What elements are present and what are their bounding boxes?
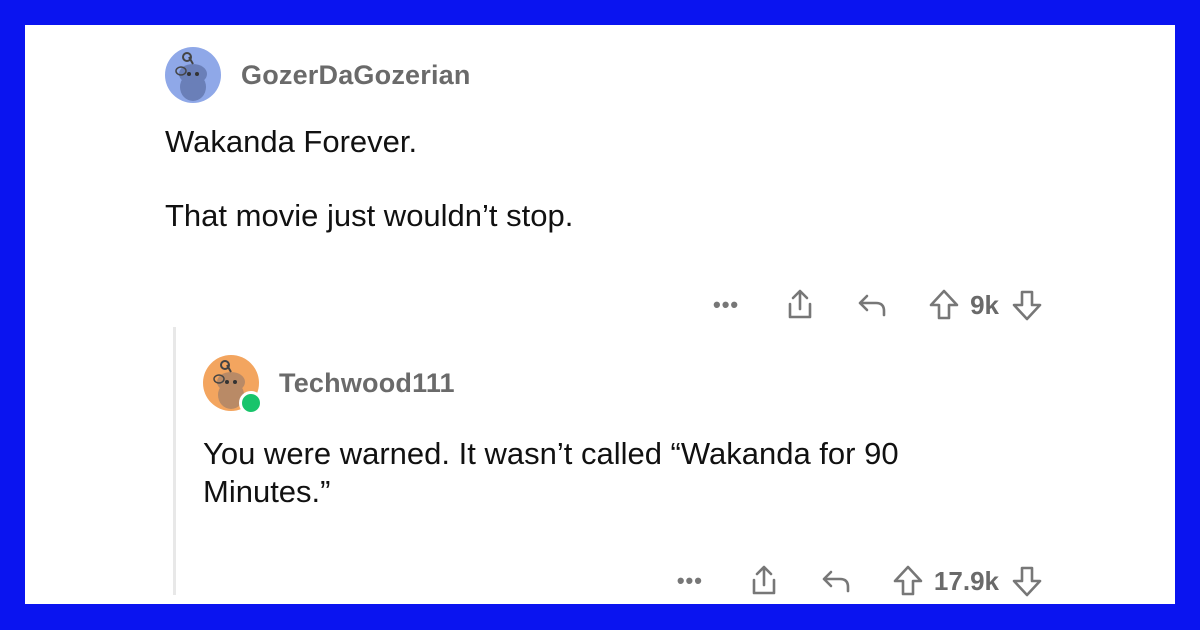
vote-count: 17.9k xyxy=(933,565,999,596)
thread-line[interactable] xyxy=(173,327,176,595)
username[interactable]: Techwood111 xyxy=(279,368,455,399)
comment-card: GozerDaGozerian Wakanda Forever. That mo… xyxy=(25,25,1175,604)
vote-count: 9k xyxy=(970,289,999,320)
comment-body: You were warned. It wasn’t called “Wakan… xyxy=(203,436,899,509)
online-status-dot xyxy=(239,391,263,415)
avatar[interactable] xyxy=(165,47,221,103)
upvote-icon[interactable] xyxy=(926,287,962,323)
comment-actions: ••• 17.9k xyxy=(670,563,1045,599)
comment-header: Techwood111 xyxy=(203,353,1045,415)
share-icon[interactable] xyxy=(746,563,782,599)
avatar[interactable] xyxy=(203,355,263,415)
comment: GozerDaGozerian Wakanda Forever. That mo… xyxy=(165,45,1045,321)
reply-icon[interactable] xyxy=(818,563,854,599)
upvote-icon[interactable] xyxy=(890,563,926,599)
more-dots-icon[interactable]: ••• xyxy=(670,568,710,594)
comment-paragraph: Wakanda Forever. xyxy=(165,124,418,159)
snoo-icon xyxy=(175,52,207,101)
comment-paragraph: That movie just wouldn’t stop. xyxy=(165,198,574,233)
comment-reply: Techwood111 You were warned. It wasn’t c… xyxy=(203,353,1045,597)
comment-header: GozerDaGozerian xyxy=(165,45,1045,105)
downvote-icon[interactable] xyxy=(1009,287,1045,323)
comment-body: Wakanda Forever. That movie just wouldn’… xyxy=(165,123,1045,235)
downvote-icon[interactable] xyxy=(1009,563,1045,599)
share-icon[interactable] xyxy=(782,287,818,323)
comment-actions: ••• 9k xyxy=(706,287,1045,323)
username[interactable]: GozerDaGozerian xyxy=(241,60,471,91)
more-dots-icon[interactable]: ••• xyxy=(706,292,746,318)
reply-icon[interactable] xyxy=(854,287,890,323)
